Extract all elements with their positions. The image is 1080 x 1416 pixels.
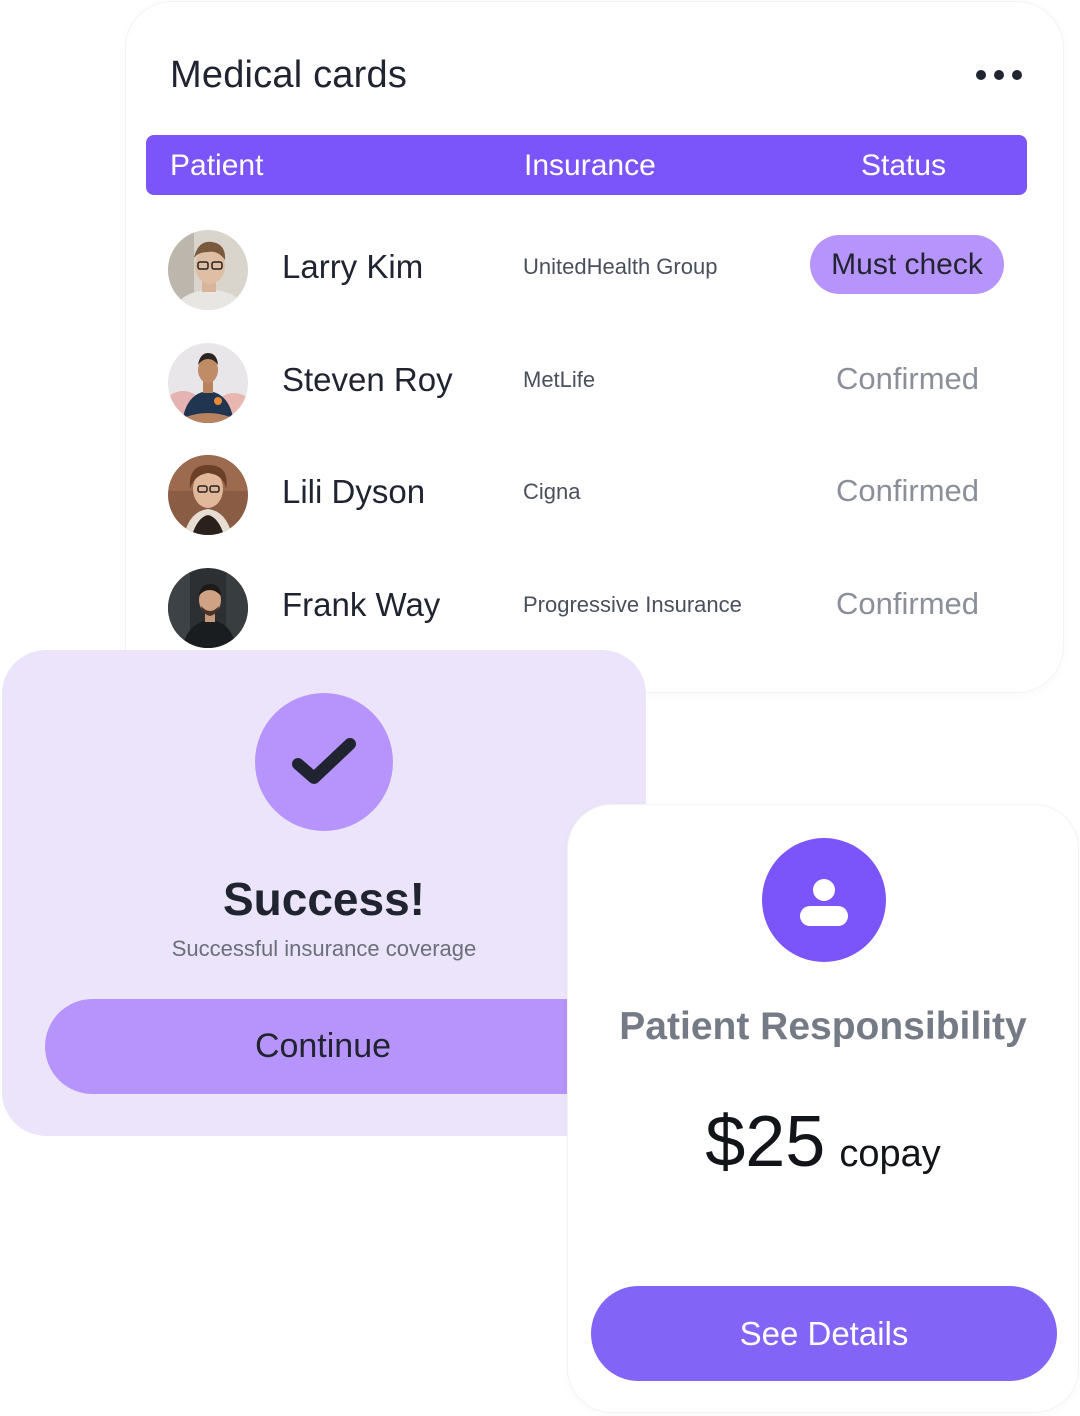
- success-subtitle: Successful insurance coverage: [171, 936, 477, 961]
- dot: [1012, 70, 1022, 80]
- column-header-insurance[interactable]: Insurance: [524, 149, 656, 183]
- table-row[interactable]: Steven Roy MetLife Confirmed: [126, 337, 1063, 427]
- column-header-status[interactable]: Status: [861, 149, 946, 183]
- copay-amount-row: $25 copay: [568, 1101, 1078, 1183]
- avatar: [168, 230, 248, 310]
- avatar: [168, 568, 248, 648]
- patient-name: Lili Dyson: [282, 473, 426, 510]
- medical-cards-panel: Medical cards Patient Insurance Status L…: [126, 2, 1063, 692]
- status-text: Confirmed: [836, 473, 979, 508]
- insurance-name: Cigna: [523, 479, 581, 504]
- table-row[interactable]: Frank Way Progressive Insurance Confirme…: [126, 562, 1063, 652]
- patient-name: Larry Kim: [282, 248, 424, 285]
- copay-amount: $25: [705, 1102, 826, 1182]
- copay-unit: copay: [839, 1133, 941, 1175]
- continue-button-label: Continue: [254, 1027, 392, 1065]
- more-options-icon[interactable]: [976, 64, 1022, 86]
- table-row[interactable]: Lili Dyson Cigna Confirmed: [126, 449, 1063, 539]
- table-header: Patient Insurance Status: [146, 135, 1027, 195]
- see-details-button[interactable]: See Details: [591, 1286, 1057, 1381]
- avatar: [168, 343, 248, 423]
- patient-responsibility-card: Patient Responsibility $25 copay See Deta…: [568, 805, 1078, 1412]
- checkmark-icon: [292, 738, 356, 784]
- insurance-name: UnitedHealth Group: [523, 254, 718, 279]
- status-text: Confirmed: [836, 586, 979, 621]
- responsibility-title: Patient Responsibility: [619, 1005, 1027, 1048]
- success-title: Success!: [222, 873, 425, 925]
- user-icon: [800, 879, 848, 926]
- user-icon-circle: [762, 838, 886, 962]
- table-row[interactable]: Larry Kim UnitedHealth Group Must check: [126, 224, 1063, 314]
- insurance-name: MetLife: [523, 367, 596, 392]
- column-header-patient[interactable]: Patient: [170, 149, 263, 183]
- success-card: Success! Successful insurance coverage C…: [2, 650, 685, 1136]
- insurance-name: Progressive Insurance: [523, 592, 742, 617]
- dot: [994, 70, 1004, 80]
- panel-title: Medical cards: [170, 54, 408, 96]
- status-badge[interactable]: Must check: [810, 235, 1004, 294]
- patient-name: Frank Way: [282, 586, 441, 623]
- avatar: [168, 455, 248, 535]
- success-icon-circle: [255, 693, 393, 831]
- patient-name: Steven Roy: [282, 361, 453, 398]
- status-text: Confirmed: [836, 361, 979, 396]
- dot: [976, 70, 986, 80]
